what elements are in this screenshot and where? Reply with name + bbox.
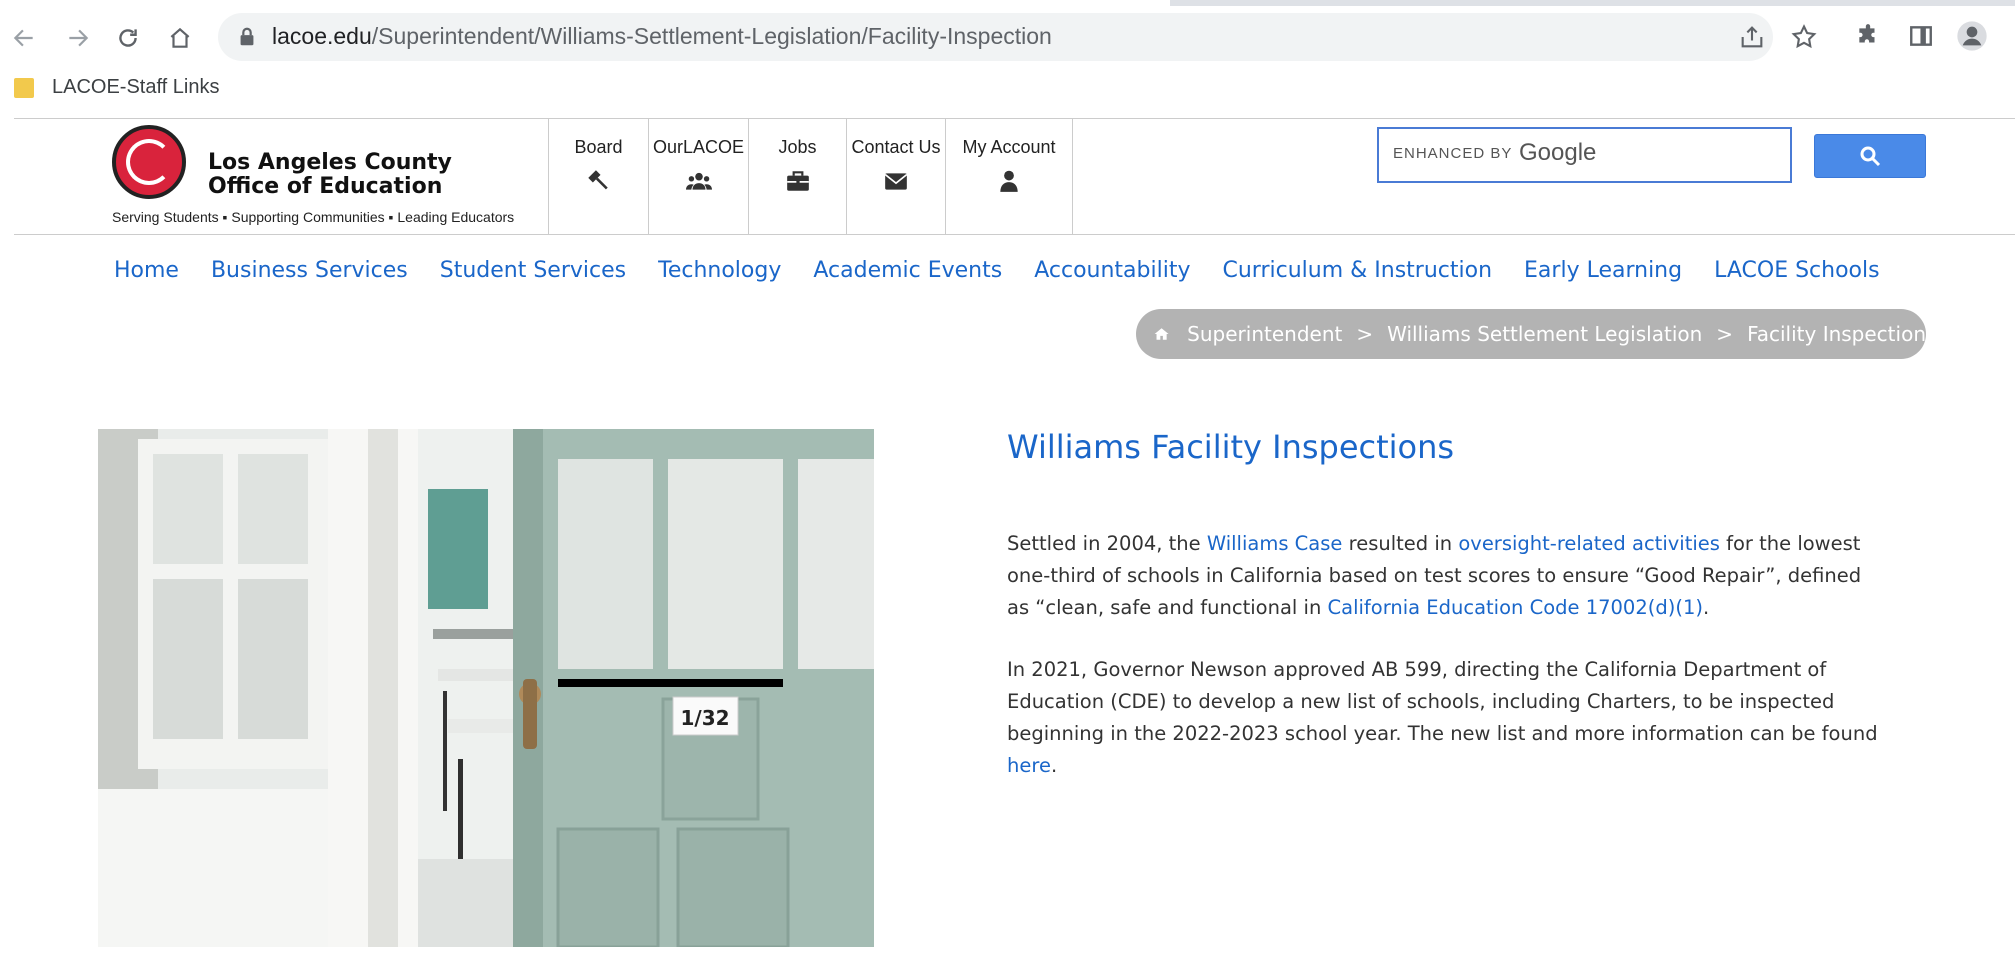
search-enhanced-label: ENHANCED BY [1393,145,1513,162]
site-header: Los Angeles County Office of Education S… [14,118,2015,235]
main-content: Williams Facility Inspections Settled in… [1007,428,1887,782]
topnav-jobs[interactable]: Jobs [748,119,846,234]
puzzle-icon [1859,24,1875,43]
nav-student-services[interactable]: Student Services [440,258,626,283]
topnav-label: Contact Us [851,137,941,157]
side-panel-button[interactable] [1903,18,1939,54]
arrow-left-icon [13,29,33,47]
search-google-label: Google [1519,139,1597,166]
topnav-label: My Account [962,137,1056,157]
reload-icon [119,29,137,47]
search-button[interactable] [1814,134,1926,178]
nav-lacoe-schools[interactable]: LACOE Schools [1714,258,1880,283]
breadcrumb: Superintendent > Williams Settlement Leg… [1136,309,1926,359]
url-domain: lacoe.edu [272,23,372,49]
home-icon [170,27,190,48]
users-icon [685,172,712,190]
address-bar[interactable]: lacoe.edu/Superintendent/Williams-Settle… [218,13,1817,61]
text-run: resulted in [1342,532,1459,555]
logo-line-1: Los Angeles County [208,150,452,175]
main-nav: Home Business Services Student Services … [114,258,1912,283]
browser-chrome: lacoe.edu/Superintendent/Williams-Settle… [0,0,2015,118]
gavel-icon [587,170,608,190]
utility-nav: Board OurLACOE Jobs Contact Us My Accoun… [548,119,1073,234]
profile-button[interactable] [1954,18,1990,54]
lacoe-logo[interactable]: Los Angeles County Office of Education S… [98,123,564,233]
logo-tagline: Serving Students ▪ Supporting Communitie… [112,209,515,225]
topnav-my-account[interactable]: My Account [945,119,1073,234]
nav-home[interactable]: Home [114,258,179,283]
briefcase-icon [786,171,809,191]
tab-strip [0,0,2015,6]
nav-technology[interactable]: Technology [658,258,781,283]
education-code-link[interactable]: California Education Code 17002(d)(1) [1328,596,1703,619]
search-icon [1860,146,1881,167]
url-path: /Superintendent/Williams-Settlement-Legi… [371,23,1052,49]
home-button[interactable] [160,18,200,58]
folder-icon [14,78,34,98]
williams-case-link[interactable]: Williams Case [1207,532,1343,555]
lock-icon[interactable] [236,26,258,48]
topnav-label: OurLACOE [652,137,745,157]
classroom-door-image: 1/32 [98,429,874,947]
extensions-button[interactable] [1850,18,1886,54]
breadcrumb-separator: > [1716,322,1734,346]
text-run: Settled in 2004, the [1007,532,1207,555]
here-link[interactable]: here [1007,754,1051,777]
user-icon [1000,170,1018,192]
logo-title: Los Angeles County Office of Education [208,151,452,199]
nav-curriculum-instruction[interactable]: Curriculum & Instruction [1222,258,1492,283]
topnav-contact-us[interactable]: Contact Us [846,119,945,234]
nav-accountability[interactable]: Accountability [1034,258,1190,283]
search-input[interactable]: ENHANCED BY Google [1377,127,1792,183]
topnav-ourlacoe[interactable]: OurLACOE [648,119,748,234]
text-run: . [1050,754,1058,777]
share-icon[interactable] [1738,23,1766,51]
url-text[interactable]: lacoe.edu/Superintendent/Williams-Settle… [272,23,1052,50]
flame-logo-icon [112,125,186,199]
breadcrumb-separator: > [1356,322,1374,346]
back-button[interactable] [4,18,44,58]
home-icon[interactable] [1154,324,1169,344]
nav-academic-events[interactable]: Academic Events [813,258,1002,283]
page-title: Williams Facility Inspections [1007,428,1455,466]
intro-paragraph: Settled in 2004, the Williams Case resul… [1007,528,1887,624]
oversight-activities-link[interactable]: oversight-related activities [1458,532,1720,555]
logo-line-2: Office of Education [208,174,443,199]
breadcrumb-williams-settlement[interactable]: Williams Settlement Legislation [1387,322,1702,346]
topnav-label: Board [574,137,623,157]
breadcrumb-current: Facility Inspection [1747,322,1926,346]
forward-button[interactable] [58,18,98,58]
bookmark-star-icon[interactable] [1790,23,1818,51]
ab599-paragraph: In 2021, Governor Newson approved AB 599… [1007,654,1887,782]
nav-business-services[interactable]: Business Services [211,258,408,283]
bookmark-lacoe-staff-links[interactable]: LACOE-Staff Links [52,76,219,99]
nav-early-learning[interactable]: Early Learning [1524,258,1682,283]
avatar-icon [1957,21,1987,51]
classroom-door-photo: 1/32 [98,429,874,947]
reload-button[interactable] [108,18,148,58]
text-run: . [1702,596,1710,619]
topnav-board[interactable]: Board [548,119,648,234]
breadcrumb-superintendent[interactable]: Superintendent [1187,322,1342,346]
topnav-label: Jobs [778,137,817,157]
active-tab[interactable] [0,0,1170,6]
envelope-icon [884,173,908,190]
bookmarks-bar: LACOE-Staff Links [0,70,2015,106]
arrow-right-icon [69,29,89,47]
text-run: In 2021, Governor Newson approved AB 599… [1007,658,1878,745]
door-sign: 1/32 [680,706,729,730]
side-panel-icon [1910,26,1932,46]
